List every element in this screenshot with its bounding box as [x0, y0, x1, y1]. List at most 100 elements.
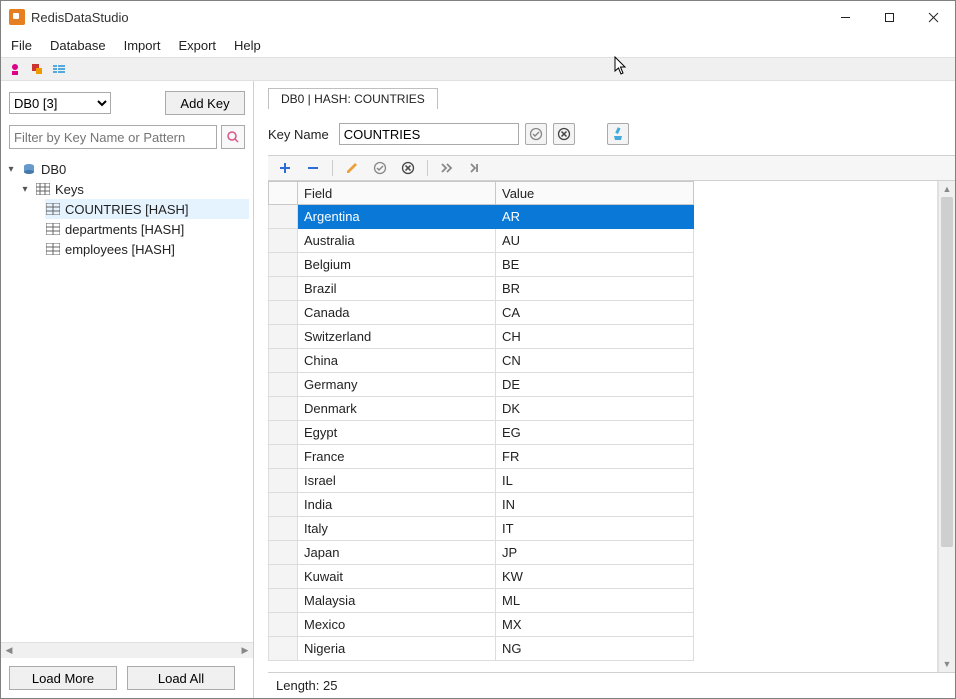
data-grid: Field Value ArgentinaARAustraliaAUBelgiu…	[268, 181, 938, 672]
scroll-down-icon[interactable]: ▼	[939, 656, 955, 672]
toolbar-icon-2[interactable]	[29, 61, 45, 77]
rownum-cell	[268, 397, 298, 421]
tree-item[interactable]: employees [HASH]	[45, 239, 249, 259]
menu-database[interactable]: Database	[50, 38, 106, 53]
rownum-cell	[268, 421, 298, 445]
grid-vscroll[interactable]: ▲ ▼	[938, 181, 955, 672]
rownum-cell	[268, 469, 298, 493]
table-row[interactable]: MexicoMX	[268, 613, 937, 637]
delete-button[interactable]	[397, 157, 419, 179]
value-cell: MX	[496, 613, 694, 637]
scroll-right-icon[interactable]: ▶	[237, 643, 253, 658]
app-icon	[9, 9, 25, 25]
sidebar-hscroll[interactable]: ◀ ▶	[1, 642, 253, 658]
filter-search-button[interactable]	[221, 125, 245, 149]
rownum-cell	[268, 589, 298, 613]
value-cell: AU	[496, 229, 694, 253]
value-cell: IT	[496, 517, 694, 541]
menu-file[interactable]: File	[11, 38, 32, 53]
table-row[interactable]: KuwaitKW	[268, 565, 937, 589]
value-cell: CN	[496, 349, 694, 373]
value-cell: IN	[496, 493, 694, 517]
table-row[interactable]: IndiaIN	[268, 493, 937, 517]
table-row[interactable]: SwitzerlandCH	[268, 325, 937, 349]
menu-help[interactable]: Help	[234, 38, 261, 53]
table-row[interactable]: BelgiumBE	[268, 253, 937, 277]
scroll-up-icon[interactable]: ▲	[939, 181, 955, 197]
tree-item-label: departments [HASH]	[65, 222, 184, 237]
tree-item-label: employees [HASH]	[65, 242, 175, 257]
load-all-button[interactable]: Load All	[127, 666, 235, 690]
value-cell: EG	[496, 421, 694, 445]
add-row-button[interactable]	[274, 157, 296, 179]
field-cell: Nigeria	[298, 637, 496, 661]
tab-countries[interactable]: DB0 | HASH: COUNTRIES	[268, 88, 438, 109]
rownum-cell	[268, 613, 298, 637]
table-row[interactable]: ItalyIT	[268, 517, 937, 541]
remove-row-button[interactable]	[302, 157, 324, 179]
rownum-cell	[268, 637, 298, 661]
table-row[interactable]: NigeriaNG	[268, 637, 937, 661]
minimize-button[interactable]	[823, 1, 867, 33]
field-cell: Malaysia	[298, 589, 496, 613]
menu-import[interactable]: Import	[124, 38, 161, 53]
content-area: DB0 | HASH: COUNTRIES Key Name	[254, 81, 955, 698]
table-row[interactable]: ArgentinaAR	[268, 205, 937, 229]
table-row[interactable]: FranceFR	[268, 445, 937, 469]
tree-root[interactable]: ▾ DB0	[5, 159, 249, 179]
field-cell: Italy	[298, 517, 496, 541]
collapse-icon[interactable]: ▾	[19, 184, 31, 195]
next-page-button[interactable]	[436, 157, 458, 179]
rownum-cell	[268, 205, 298, 229]
db-select[interactable]: DB0 [3]	[9, 92, 111, 114]
field-cell: Brazil	[298, 277, 496, 301]
field-header[interactable]: Field	[298, 181, 496, 205]
table-row[interactable]: GermanyDE	[268, 373, 937, 397]
table-row[interactable]: MalaysiaML	[268, 589, 937, 613]
tree-item[interactable]: departments [HASH]	[45, 219, 249, 239]
table-row[interactable]: IsraelIL	[268, 469, 937, 493]
value-cell: KW	[496, 565, 694, 589]
collapse-icon[interactable]: ▾	[5, 164, 17, 175]
titlebar: RedisDataStudio	[1, 1, 955, 33]
table-row[interactable]: CanadaCA	[268, 301, 937, 325]
keyname-input[interactable]	[339, 123, 519, 145]
rownum-cell	[268, 493, 298, 517]
rownum-cell	[268, 301, 298, 325]
table-icon	[45, 202, 61, 216]
clean-button[interactable]	[607, 123, 629, 145]
table-row[interactable]: ChinaCN	[268, 349, 937, 373]
rownum-header[interactable]	[268, 181, 298, 205]
table-row[interactable]: EgyptEG	[268, 421, 937, 445]
menu-export[interactable]: Export	[178, 38, 216, 53]
key-tree: ▾ DB0 ▾ Keys COUNTRIES [HASH] departments…	[1, 153, 253, 642]
tree-item[interactable]: COUNTRIES [HASH]	[45, 199, 249, 219]
value-header[interactable]: Value	[496, 181, 694, 205]
add-key-button[interactable]: Add Key	[165, 91, 245, 115]
apply-button[interactable]	[525, 123, 547, 145]
rownum-cell	[268, 277, 298, 301]
table-row[interactable]: AustraliaAU	[268, 229, 937, 253]
cancel-button[interactable]	[553, 123, 575, 145]
load-more-button[interactable]: Load More	[9, 666, 117, 690]
confirm-button[interactable]	[369, 157, 391, 179]
maximize-button[interactable]	[867, 1, 911, 33]
scroll-thumb[interactable]	[941, 197, 953, 547]
toolbar-icon-3[interactable]	[51, 61, 67, 77]
rownum-cell	[268, 565, 298, 589]
scroll-left-icon[interactable]: ◀	[1, 643, 17, 658]
toolbar-icon-1[interactable]	[7, 61, 23, 77]
tree-root-label: DB0	[41, 162, 66, 177]
rownum-cell	[268, 253, 298, 277]
close-button[interactable]	[911, 1, 955, 33]
value-cell: DK	[496, 397, 694, 421]
last-page-button[interactable]	[464, 157, 486, 179]
table-row[interactable]: BrazilBR	[268, 277, 937, 301]
edit-button[interactable]	[341, 157, 363, 179]
grid-icon	[35, 182, 51, 196]
table-row[interactable]: DenmarkDK	[268, 397, 937, 421]
filter-input[interactable]	[9, 125, 217, 149]
field-cell: Mexico	[298, 613, 496, 637]
tree-keys[interactable]: ▾ Keys	[19, 179, 249, 199]
table-row[interactable]: JapanJP	[268, 541, 937, 565]
